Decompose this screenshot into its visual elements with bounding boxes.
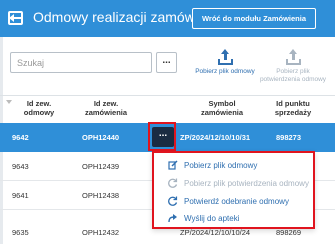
- cell-id-refusal: 9642: [12, 133, 29, 142]
- menu-item-label: Potwierdź odebranie odmowy: [184, 197, 289, 206]
- download-confirmation-label-line1: Pobierz plik: [276, 68, 310, 75]
- column-header-symbol[interactable]: Symbol zamówienia: [182, 99, 262, 117]
- share-arrow-icon: [168, 214, 177, 223]
- column-header-id-refusal-line2: odmowy: [23, 108, 55, 117]
- row-actions-button[interactable]: ...: [152, 127, 174, 147]
- column-header-id-order-line1: Id zew.: [93, 99, 119, 108]
- search-field[interactable]: [10, 52, 152, 73]
- upload-icon: [286, 49, 301, 65]
- table-header: Id zew. odmowy Id zew. zamówienia Symbol…: [0, 95, 335, 123]
- column-header-point-line2: sprzedaży: [274, 108, 312, 117]
- menu-item-label: Pobierz plik odmowy: [184, 161, 258, 170]
- refresh-icon: [168, 178, 178, 188]
- column-header-id-order-line2: zamówienia: [84, 108, 128, 117]
- cell-id-order: OPH12439: [82, 162, 120, 171]
- cell-id-order: OPH12438: [82, 191, 120, 200]
- sort-arrow-icon[interactable]: [6, 100, 12, 104]
- column-header-id-order[interactable]: Id zew. zamówienia: [78, 99, 134, 117]
- search-input[interactable]: [11, 53, 151, 73]
- refresh-icon: [168, 196, 178, 206]
- cell-symbol: ZP/2024/12/10/10/31: [180, 133, 251, 142]
- download-confirmation-label-line2: potwierdzenia odmowy: [259, 76, 327, 83]
- download-confirmation-label: Pobierz plik potwierdzenia odmowy: [258, 68, 328, 84]
- column-header-symbol-line2: zamówienia: [200, 108, 244, 117]
- page-title: Odmowy realizacji zamówień: [33, 9, 214, 25]
- column-header-id-refusal-line1: Id zew.: [26, 99, 52, 108]
- cell-id-refusal: 9641: [12, 191, 29, 200]
- menu-item-label: Wyślij do apteki: [184, 214, 240, 223]
- menu-item-label: Pobierz plik potwierdzenia odmowy: [184, 179, 309, 188]
- download-refusal-label: Pobierz plik odmowy: [195, 68, 255, 75]
- column-header-point[interactable]: Id punktu sprzedaży: [268, 99, 318, 117]
- download-refusal-tool[interactable]: Pobierz plik odmowy: [190, 42, 260, 92]
- back-to-orders-button[interactable]: Wróć do modułu Zamówienia: [192, 8, 316, 29]
- row-context-menu: Pobierz plik odmowy Pobierz plik potwier…: [152, 151, 315, 229]
- cell-point: 898269: [276, 228, 302, 237]
- cell-id-refusal: 9635: [12, 228, 29, 237]
- edit-icon: [168, 160, 178, 170]
- cell-id-order: OPH12432: [82, 228, 120, 237]
- exit-icon[interactable]: [6, 8, 26, 28]
- upload-icon: [218, 49, 233, 65]
- column-header-id-refusal[interactable]: Id zew. odmowy: [18, 99, 60, 117]
- column-header-point-line1: Id punktu: [276, 99, 310, 108]
- cell-id-refusal: 9643: [12, 162, 29, 171]
- search-options-button[interactable]: ...: [156, 52, 177, 73]
- cell-id-order: OPH12440: [82, 133, 120, 142]
- column-header-symbol-line1: Symbol: [208, 99, 236, 108]
- cell-symbol: ZP/2024/12/10/10/24: [180, 228, 251, 237]
- download-confirmation-tool: Pobierz plik potwierdzenia odmowy: [258, 42, 328, 92]
- cell-point: 898273: [276, 133, 302, 142]
- top-bar: Odmowy realizacji zamówień Wróć do moduł…: [0, 0, 335, 37]
